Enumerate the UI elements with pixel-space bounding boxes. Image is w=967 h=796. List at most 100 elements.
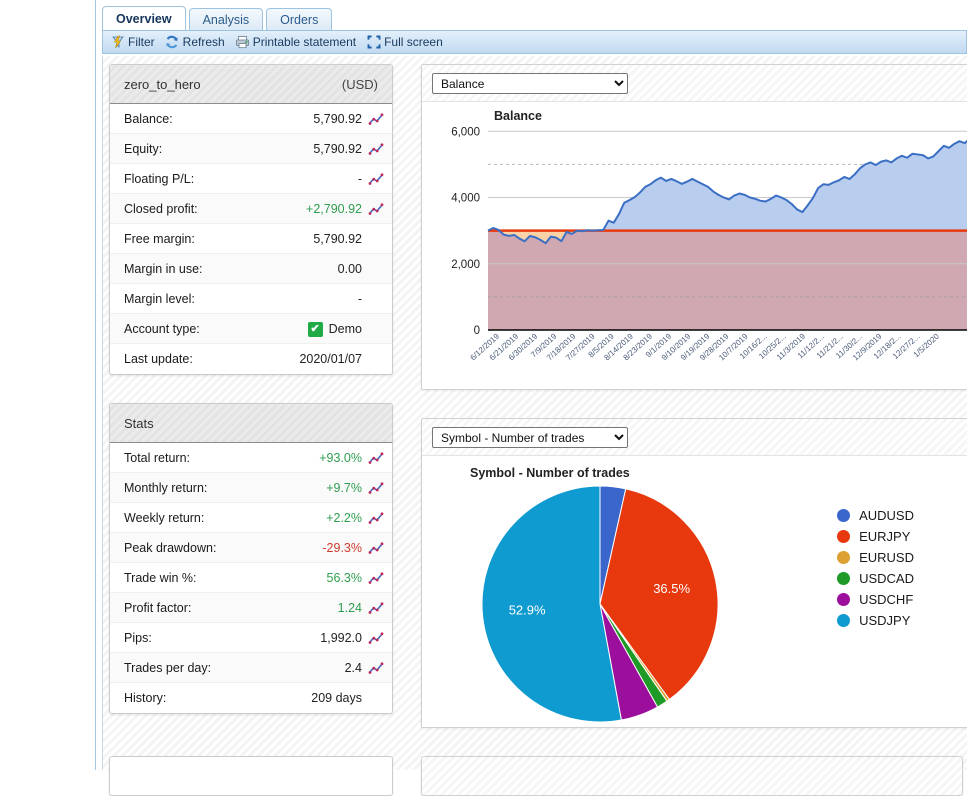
chart-icon[interactable] bbox=[362, 511, 384, 525]
legend-color-dot bbox=[837, 509, 850, 522]
account-type-value: Demo bbox=[329, 322, 362, 336]
account-row-label: Balance: bbox=[124, 112, 313, 126]
svg-text:6,000: 6,000 bbox=[451, 126, 480, 138]
right-column: BalanceEquityDrawdownProfit Balance 02,0… bbox=[421, 64, 967, 728]
account-row-label: Margin level: bbox=[124, 292, 358, 306]
filter-icon bbox=[110, 35, 125, 50]
tab-analysis-label: Analysis bbox=[203, 13, 250, 27]
table-row: History:209 days bbox=[110, 683, 392, 713]
stats-row-value: +93.0% bbox=[319, 451, 362, 465]
balance-chart-body: Balance 02,0004,0006,0006/12/20196/21/20… bbox=[422, 101, 967, 389]
tab-orders[interactable]: Orders bbox=[266, 8, 332, 30]
legend-color-dot bbox=[837, 530, 850, 543]
svg-text:36.5%: 36.5% bbox=[653, 581, 690, 596]
tab-analysis[interactable]: Analysis bbox=[189, 8, 264, 30]
tab-orders-label: Orders bbox=[280, 13, 318, 27]
legend-color-dot bbox=[837, 614, 850, 627]
account-row-value: 0.00 bbox=[338, 262, 362, 276]
stats-row-label: History: bbox=[124, 691, 311, 705]
chart-icon[interactable] bbox=[362, 172, 384, 186]
account-row-label: Equity: bbox=[124, 142, 313, 156]
account-panel-header: zero_to_hero (USD) bbox=[110, 65, 392, 104]
chart-icon[interactable] bbox=[362, 481, 384, 495]
chart-icon[interactable] bbox=[362, 661, 384, 675]
pie-chart-select[interactable]: Symbol - Number of tradesSymbol - Profit… bbox=[432, 427, 628, 448]
filter-button[interactable]: Filter bbox=[108, 34, 159, 51]
stats-row-label: Trades per day: bbox=[124, 661, 345, 675]
legend-item[interactable]: USDCAD bbox=[837, 571, 914, 586]
balance-chart-svg: 02,0004,0006,0006/12/20196/21/20196/30/2… bbox=[422, 102, 967, 389]
refresh-button[interactable]: Refresh bbox=[163, 34, 229, 51]
account-row-value: ✔ Demo bbox=[308, 321, 362, 337]
account-name: zero_to_hero bbox=[124, 77, 201, 92]
legend-item[interactable]: USDCHF bbox=[837, 592, 914, 607]
pie-chart-svg: 36.5% 52.9% bbox=[432, 456, 812, 727]
chart-icon[interactable] bbox=[362, 112, 384, 126]
chart-icon[interactable] bbox=[362, 601, 384, 615]
stats-row-label: Peak drawdown: bbox=[124, 541, 322, 555]
svg-text:52.9%: 52.9% bbox=[509, 603, 546, 618]
chart-icon[interactable] bbox=[362, 142, 384, 156]
printable-statement-label: Printable statement bbox=[253, 36, 356, 48]
chart-icon[interactable] bbox=[362, 631, 384, 645]
table-row: Closed profit:+2,790.92 bbox=[110, 194, 392, 224]
account-row-label: Last update: bbox=[124, 352, 299, 366]
legend-color-dot bbox=[837, 551, 850, 564]
stats-row-value: 1.24 bbox=[338, 601, 362, 615]
stats-panel-header: Stats bbox=[110, 404, 392, 443]
stats-title: Stats bbox=[124, 416, 154, 431]
stats-row-value: 1,992.0 bbox=[320, 631, 362, 645]
pie-chart-legend: AUDUSD EURJPY EURUSD USDCAD USDCHF USDJPY bbox=[837, 508, 914, 628]
pie-chart-panel: Symbol - Number of tradesSymbol - Profit… bbox=[421, 418, 967, 728]
legend-label: USDJPY bbox=[859, 613, 910, 628]
svg-text:4,000: 4,000 bbox=[451, 193, 480, 205]
tab-overview-label: Overview bbox=[116, 12, 172, 26]
stats-row-label: Trade win %: bbox=[124, 571, 327, 585]
printable-statement-button[interactable]: Printable statement bbox=[233, 34, 360, 51]
legend-item[interactable]: EURUSD bbox=[837, 550, 914, 565]
legend-label: USDCAD bbox=[859, 571, 914, 586]
account-rows: Balance:5,790.92Equity:5,790.92Floating … bbox=[110, 104, 392, 374]
overview-page: Overview Analysis Orders Filter bbox=[95, 0, 967, 770]
stats-row-value: 2.4 bbox=[345, 661, 362, 675]
table-row: Trade win %:56.3% bbox=[110, 563, 392, 593]
stats-row-value: -29.3% bbox=[322, 541, 362, 555]
table-row: Peak drawdown:-29.3% bbox=[110, 533, 392, 563]
account-row-label: Account type: bbox=[124, 322, 308, 336]
stats-panel: Stats Total return:+93.0%Monthly return:… bbox=[109, 403, 393, 714]
check-icon: ✔ bbox=[308, 322, 323, 337]
account-row-label: Margin in use: bbox=[124, 262, 338, 276]
legend-label: EURUSD bbox=[859, 550, 914, 565]
tab-overview[interactable]: Overview bbox=[102, 6, 186, 30]
legend-color-dot bbox=[837, 593, 850, 606]
account-row-value: 5,790.92 bbox=[313, 112, 362, 126]
filter-label: Filter bbox=[128, 36, 155, 48]
pie-chart-body: Symbol - Number of trades 36.5%52.9% AUD… bbox=[422, 455, 967, 727]
table-row: Margin in use:0.00 bbox=[110, 254, 392, 284]
table-row: Margin level:- bbox=[110, 284, 392, 314]
balance-chart-select[interactable]: BalanceEquityDrawdownProfit bbox=[432, 73, 628, 94]
chart-icon[interactable] bbox=[362, 202, 384, 216]
chart-icon[interactable] bbox=[362, 571, 384, 585]
table-row: Account type:✔ Demo bbox=[110, 314, 392, 344]
legend-color-dot bbox=[837, 572, 850, 585]
account-summary-panel: zero_to_hero (USD) Balance:5,790.92 Equit… bbox=[109, 64, 393, 375]
legend-item[interactable]: EURJPY bbox=[837, 529, 914, 544]
full-screen-button[interactable]: Full screen bbox=[364, 34, 447, 51]
table-row: Trades per day:2.4 bbox=[110, 653, 392, 683]
account-row-value: - bbox=[358, 292, 362, 306]
legend-item[interactable]: AUDUSD bbox=[837, 508, 914, 523]
account-row-label: Free margin: bbox=[124, 232, 313, 246]
table-row: Pips:1,992.0 bbox=[110, 623, 392, 653]
fullscreen-icon bbox=[366, 35, 381, 50]
account-row-label: Closed profit: bbox=[124, 202, 306, 216]
svg-text:2,000: 2,000 bbox=[451, 259, 480, 271]
table-row: Total return:+93.0% bbox=[110, 443, 392, 473]
table-row: Floating P/L:- bbox=[110, 164, 392, 194]
account-row-value: 2020/01/07 bbox=[299, 352, 362, 366]
chart-icon[interactable] bbox=[362, 451, 384, 465]
chart-icon[interactable] bbox=[362, 541, 384, 555]
legend-label: EURJPY bbox=[859, 529, 910, 544]
legend-item[interactable]: USDJPY bbox=[837, 613, 914, 628]
svg-text:0: 0 bbox=[474, 325, 480, 337]
